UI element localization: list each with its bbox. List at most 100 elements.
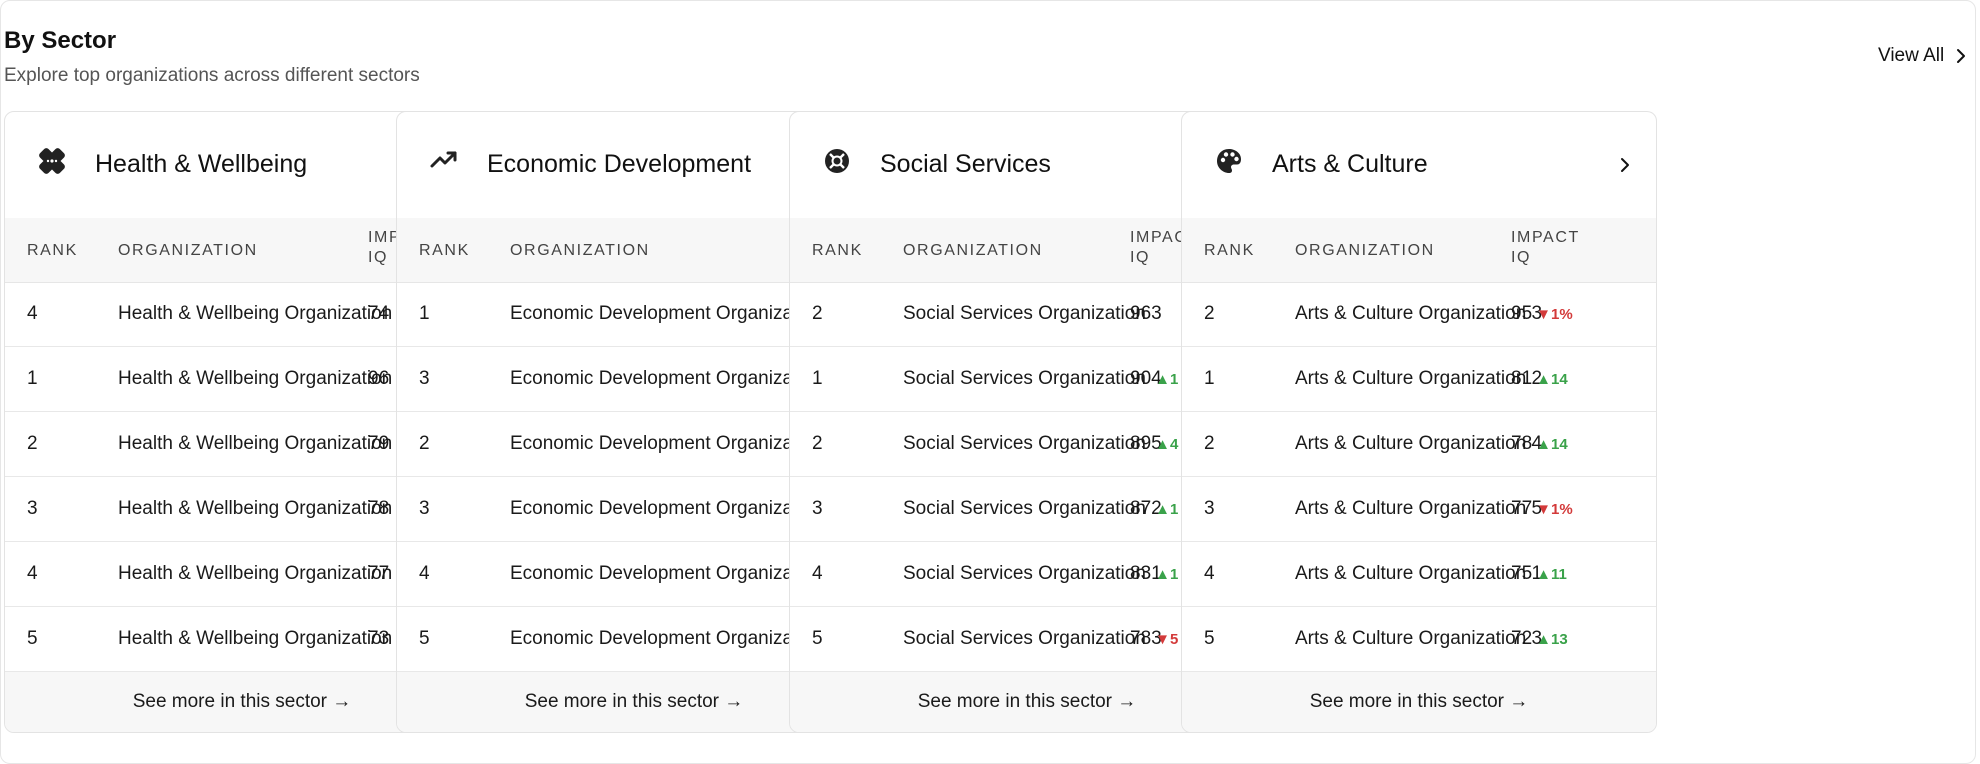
impact-change-indicator: ▲11 <box>1536 566 1567 583</box>
impact-iq-cell: 96 <box>1130 303 1155 325</box>
impact-iq-value: 87 <box>1130 498 1152 519</box>
organization-name: Arts & Culture Organization 3 <box>1295 628 1543 649</box>
impact-iq-value: 95 <box>1511 303 1533 324</box>
sector-title: Arts & Culture <box>1272 150 1428 178</box>
palette-icon <box>1214 144 1244 178</box>
rank-value: 5 <box>812 628 823 649</box>
bandage-icon <box>37 144 67 178</box>
rank-value: 4 <box>812 563 823 584</box>
impact-iq-cell: 77 ▼1% <box>1511 498 1573 520</box>
impact-iq-value: 77 <box>1511 498 1533 519</box>
rank-value: 2 <box>419 433 430 454</box>
impact-iq-cell: 74 <box>368 303 393 325</box>
impact-iq-value: 72 <box>1511 628 1533 649</box>
impact-iq-cell: 78 <box>368 498 393 520</box>
impact-iq-value: 96 <box>368 368 390 389</box>
impact-change-indicator: ▼1% <box>1536 501 1573 518</box>
column-header-iq: IQ <box>1511 249 1532 266</box>
chevron-right-icon[interactable] <box>1618 155 1632 175</box>
life-ring-icon <box>822 144 852 178</box>
rank-value: 2 <box>1204 433 1215 454</box>
impact-change-indicator: ▲1 <box>1155 371 1179 388</box>
organization-name: Arts & Culture Organization 1 <box>1295 563 1543 584</box>
sector-card-header[interactable]: Arts & Culture <box>1182 112 1656 218</box>
see-more-link[interactable]: See more in this sector → <box>1182 672 1656 732</box>
table-row[interactable]: 3 Arts & Culture Organization 5 77 ▼1% <box>1182 477 1656 542</box>
column-header-rank: RANK <box>27 242 78 259</box>
impact-iq-value: 96 <box>1130 303 1152 324</box>
impact-iq-cell: 89 ▲4 <box>1130 433 1178 455</box>
organization-name: Social Services Organization 2 <box>903 498 1162 519</box>
impact-iq-value: 73 <box>368 628 390 649</box>
impact-change-indicator: ▼5 <box>1155 631 1179 648</box>
impact-iq-cell: 72 ▲13 <box>1511 628 1568 650</box>
rank-value: 2 <box>812 303 823 324</box>
column-header-rank: RANK <box>1204 242 1255 259</box>
view-all-label: View All <box>1878 45 1945 66</box>
rank-value: 1 <box>419 303 430 324</box>
chevron-right-icon <box>1957 49 1966 63</box>
organization-name: Arts & Culture Organization 5 <box>1295 498 1543 519</box>
organization-name: Health & Wellbeing Organization 5 <box>118 368 409 389</box>
impact-iq-cell: 83 ▲1 <box>1130 563 1178 585</box>
impact-iq-cell: 79 <box>368 433 393 455</box>
rank-value: 4 <box>27 303 38 324</box>
rank-value: 3 <box>419 368 430 389</box>
organization-name: Arts & Culture Organization 3 <box>1295 303 1543 324</box>
impact-iq-cell: 96 <box>368 368 393 390</box>
section-title: By Sector <box>4 27 117 54</box>
impact-iq-value: 79 <box>368 433 390 454</box>
rank-value: 5 <box>27 628 38 649</box>
column-header-impact-iq: IMPACT IQ <box>1511 228 1580 268</box>
table-row[interactable]: 2 Arts & Culture Organization 3 95 ▼1% <box>1182 282 1656 347</box>
table-row[interactable]: 1 Arts & Culture Organization 2 81 ▲14 <box>1182 347 1656 412</box>
impact-iq-value: 77 <box>368 563 390 584</box>
trending-up-icon <box>429 144 459 178</box>
rank-value: 3 <box>27 498 38 519</box>
rank-value: 5 <box>1204 628 1215 649</box>
sector-title: Social Services <box>880 150 1051 178</box>
impact-iq-value: 78 <box>1130 628 1152 649</box>
sector-title: Health & Wellbeing <box>95 150 308 178</box>
column-header-organization: ORGANIZATION <box>510 242 650 259</box>
impact-change-indicator: ▼1% <box>1536 306 1573 323</box>
organization-name: Health & Wellbeing Organization 1 <box>118 498 409 519</box>
impact-iq-value: 78 <box>1511 433 1533 454</box>
impact-change-indicator: ▲14 <box>1536 371 1568 388</box>
impact-iq-cell: 75 ▲11 <box>1511 563 1567 585</box>
organization-name: Social Services Organization 5 <box>903 433 1162 454</box>
impact-iq-cell: 90 ▲1 <box>1130 368 1178 390</box>
view-all-link[interactable]: View All <box>1878 45 1968 67</box>
table-row[interactable]: 2 Arts & Culture Organization 4 78 ▲14 <box>1182 412 1656 477</box>
rank-value: 3 <box>812 498 823 519</box>
organization-name: Arts & Culture Organization 4 <box>1295 433 1543 454</box>
column-header-organization: ORGANIZATION <box>1295 242 1435 259</box>
organization-name: Health & Wellbeing Organization 2 <box>118 628 409 649</box>
impact-iq-cell: 95 ▼1% <box>1511 303 1573 325</box>
sector-title: Economic Development <box>487 150 752 178</box>
table-row[interactable]: 4 Arts & Culture Organization 1 75 ▲11 <box>1182 542 1656 607</box>
column-header-iq: IQ <box>1130 249 1151 266</box>
impact-change-indicator: ▲14 <box>1536 436 1568 453</box>
impact-iq-value: 90 <box>1130 368 1152 389</box>
by-sector-panel: By Sector Explore top organizations acro… <box>0 0 1976 764</box>
rank-value: 5 <box>419 628 430 649</box>
impact-iq-value: 75 <box>1511 563 1533 584</box>
rank-value: 3 <box>1204 498 1215 519</box>
impact-iq-value: 74 <box>368 303 390 324</box>
organization-name: Arts & Culture Organization 2 <box>1295 368 1543 389</box>
table-header: RANK ORGANIZATION IMPACT IQ <box>1182 218 1656 283</box>
impact-iq-value: 81 <box>1511 368 1533 389</box>
rank-value: 4 <box>419 563 430 584</box>
column-header-organization: ORGANIZATION <box>118 242 258 259</box>
organization-name: Health & Wellbeing Organization 4 <box>118 563 409 584</box>
table-row[interactable]: 5 Arts & Culture Organization 3 72 ▲13 <box>1182 607 1656 672</box>
rank-value: 4 <box>1204 563 1215 584</box>
column-header-iq: IQ <box>368 249 389 266</box>
section-subtitle: Explore top organizations across differe… <box>4 65 420 86</box>
impact-iq-cell: 87 ▲1 <box>1130 498 1178 520</box>
impact-change-indicator: ▲1 <box>1155 566 1179 583</box>
rank-value: 4 <box>27 563 38 584</box>
impact-iq-value: 89 <box>1130 433 1152 454</box>
organization-name: Social Services Organization 4 <box>903 368 1162 389</box>
